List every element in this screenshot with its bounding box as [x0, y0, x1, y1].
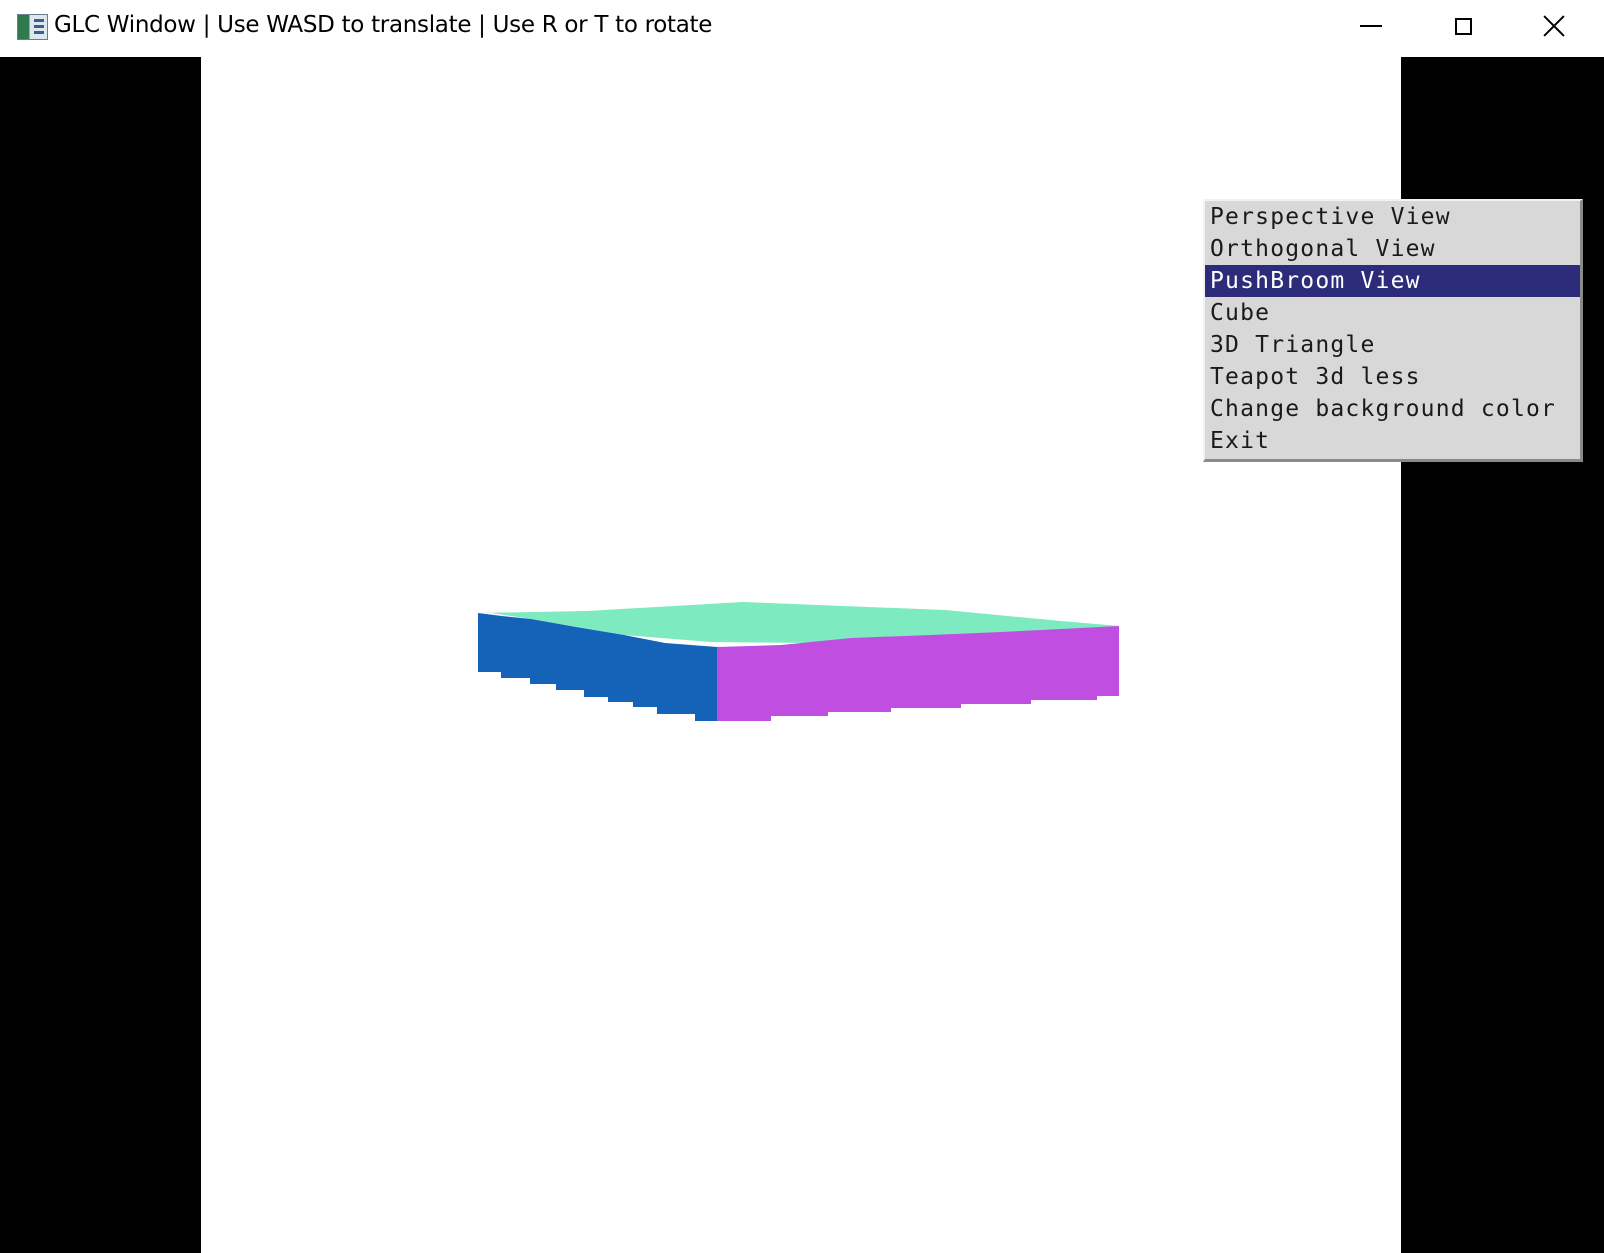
- letterbox-left: [0, 57, 201, 1253]
- minimize-button[interactable]: [1325, 0, 1417, 52]
- window-title: GLC Window | Use WASD to translate | Use…: [54, 12, 713, 38]
- title-bar[interactable]: GLC Window | Use WASD to translate | Use…: [0, 0, 1604, 57]
- menu-item-cube[interactable]: Cube: [1205, 297, 1580, 329]
- menu-item-change-background[interactable]: Change background color: [1205, 393, 1580, 425]
- app-icon[interactable]: [17, 14, 48, 40]
- maximize-icon: [1454, 17, 1472, 35]
- menu-item-exit[interactable]: Exit: [1205, 425, 1580, 457]
- app-window: GLC Window | Use WASD to translate | Use…: [0, 0, 1604, 1253]
- menu-item-orthogonal-view[interactable]: Orthogonal View: [1205, 233, 1580, 265]
- context-menu: Perspective View Orthogonal View PushBro…: [1203, 199, 1583, 462]
- menu-item-perspective-view[interactable]: Perspective View: [1205, 201, 1580, 233]
- close-icon: [1543, 15, 1565, 37]
- menu-item-pushbroom-view[interactable]: PushBroom View: [1205, 265, 1580, 297]
- maximize-button[interactable]: [1417, 0, 1509, 52]
- menu-item-3d-triangle[interactable]: 3D Triangle: [1205, 329, 1580, 361]
- close-button[interactable]: [1508, 0, 1600, 52]
- minimize-icon: [1360, 25, 1382, 27]
- menu-item-teapot[interactable]: Teapot 3d less: [1205, 361, 1580, 393]
